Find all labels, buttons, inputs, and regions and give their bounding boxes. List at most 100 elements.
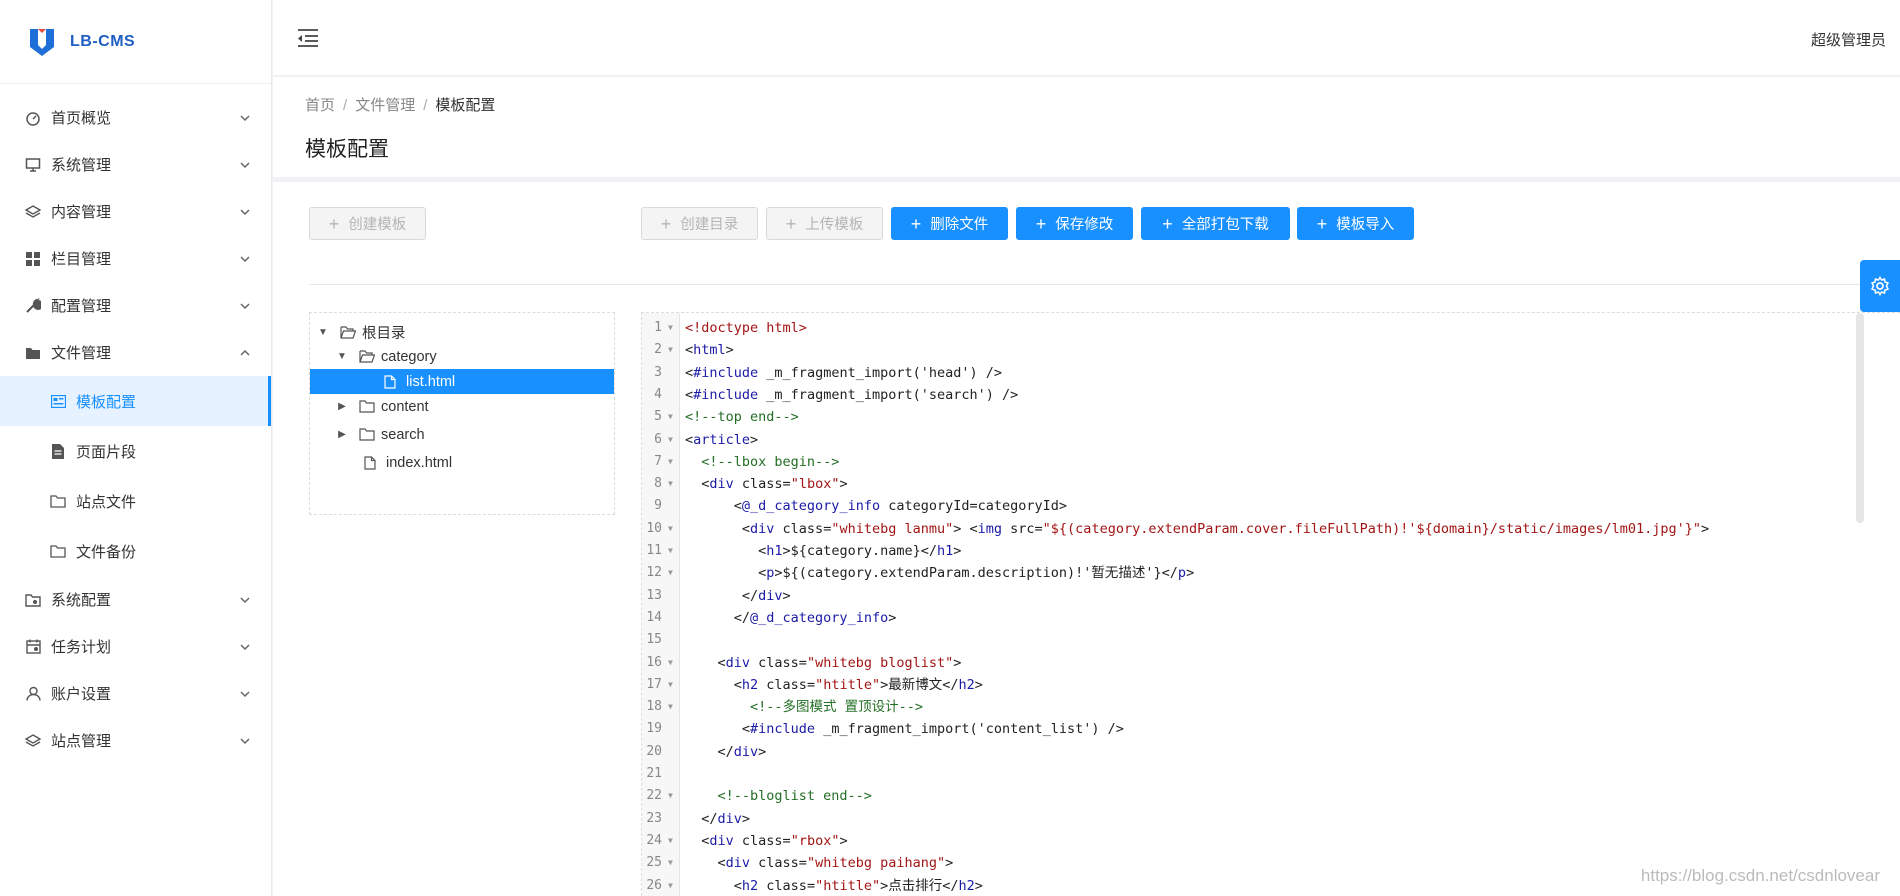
caret-right-icon: ▶ — [338, 401, 346, 412]
fold-caret-icon[interactable]: ▼ — [668, 339, 673, 361]
fold-caret-icon[interactable]: ▼ — [668, 852, 673, 874]
folder-outline-icon — [50, 493, 66, 509]
editor-scrollbar[interactable] — [1856, 313, 1864, 523]
code-line[interactable]: 14 </@_d_category_info> — [642, 607, 1900, 629]
button-label: 保存修改 — [1055, 217, 1114, 233]
sidebar-item-columns[interactable]: 栏目管理 — [0, 235, 271, 282]
code-line[interactable]: 1 ▼ <!doctype html> — [642, 317, 1900, 339]
upload-template-button[interactable]: + 上传模板 — [766, 207, 883, 240]
fold-caret-icon[interactable]: ▼ — [668, 406, 673, 428]
tree-node-category[interactable]: ▼ category — [310, 344, 614, 369]
tree-node-content[interactable]: ▶ content — [310, 394, 614, 419]
code-line[interactable]: 9 <@_d_category_info categoryId=category… — [642, 495, 1900, 517]
fold-caret-icon[interactable]: ▼ — [668, 830, 673, 852]
lb-cms-logo-icon — [28, 27, 56, 57]
code-text: <h2 class="htitle">点击排行</h2> — [685, 877, 983, 894]
sidebar-subitem-file-backup[interactable]: 文件备份 — [0, 526, 271, 576]
logo[interactable]: LB-CMS — [0, 0, 271, 84]
fold-caret-icon[interactable]: ▼ — [668, 696, 673, 718]
line-number: 14 — [646, 609, 662, 625]
fold-caret-icon[interactable]: ▼ — [668, 652, 673, 674]
sidebar-item-sites[interactable]: 站点管理 — [0, 717, 271, 764]
plus-icon: + — [785, 213, 797, 234]
code-line[interactable]: 17 ▼ <h2 class="htitle">最新博文</h2> — [642, 674, 1900, 696]
sidebar-subitem-page-fragments[interactable]: 页面片段 — [0, 426, 271, 476]
chevron-up-icon — [239, 346, 251, 358]
code-line[interactable]: 13 </div> — [642, 585, 1900, 607]
sidebar-item-config[interactable]: 配置管理 — [0, 282, 271, 329]
file-icon — [50, 443, 66, 459]
sidebar-item-dashboard[interactable]: 首页概览 — [0, 94, 271, 141]
fold-caret-icon[interactable]: ▼ — [668, 451, 673, 473]
folder-icon — [359, 400, 375, 414]
fold-caret-icon[interactable]: ▼ — [668, 875, 673, 896]
sidebar-subitem-site-files[interactable]: 站点文件 — [0, 476, 271, 526]
sidebar-item-system-config[interactable]: 系统配置 — [0, 576, 271, 623]
sidebar-item-content[interactable]: 内容管理 — [0, 188, 271, 235]
code-line[interactable]: 16 ▼ <div class="whitebg bloglist"> — [642, 652, 1900, 674]
import-template-button[interactable]: + 模板导入 — [1297, 207, 1414, 240]
sidebar-item-tasks[interactable]: 任务计划 — [0, 623, 271, 670]
divider — [309, 284, 1900, 285]
code-line[interactable]: 2 ▼ <html> — [642, 339, 1900, 361]
settings-gear-button[interactable] — [1860, 260, 1900, 312]
code-line[interactable]: 10 ▼ <div class="whitebg lanmu"> <img src… — [642, 518, 1900, 540]
code-line[interactable]: 20 </div> — [642, 741, 1900, 763]
fold-caret-icon[interactable]: ▼ — [668, 540, 673, 562]
sidebar-item-account[interactable]: 账户设置 — [0, 670, 271, 717]
code-line[interactable]: 19 <#include _m_fragment_import('content… — [642, 718, 1900, 740]
code-line[interactable]: 24 ▼ <div class="rbox"> — [642, 830, 1900, 852]
fold-caret-icon[interactable]: ▼ — [668, 317, 673, 339]
code-editor[interactable]: 1 ▼ <!doctype html> 2 ▼ <html> 3 <#include _m_f… — [641, 312, 1900, 896]
code-line[interactable]: 6 ▼ <article> — [642, 429, 1900, 451]
menu-fold-icon[interactable] — [297, 28, 319, 48]
code-line[interactable]: 5 ▼ <!--top end--> — [642, 406, 1900, 428]
create-directory-button[interactable]: + 创建目录 — [641, 207, 758, 240]
tree-node-root[interactable]: ▼ 根目录 — [310, 320, 614, 345]
delete-file-button[interactable]: + 删除文件 — [891, 207, 1008, 240]
download-all-button[interactable]: + 全部打包下载 — [1141, 207, 1290, 240]
tree-node-index-html[interactable]: index.html — [310, 450, 614, 475]
code-line[interactable]: 23 </div> — [642, 808, 1900, 830]
fold-caret-icon[interactable]: ▼ — [668, 785, 673, 807]
tree-node-search[interactable]: ▶ search — [310, 422, 614, 447]
fold-caret-icon[interactable]: ▼ — [668, 473, 673, 495]
fold-caret-icon[interactable]: ▼ — [668, 674, 673, 696]
tree-node-label: category — [381, 348, 437, 365]
sidebar-item-files[interactable]: 文件管理 — [0, 329, 271, 376]
line-number: 12 — [646, 565, 662, 581]
code-text: </@_d_category_info> — [685, 609, 897, 626]
button-label: 创建目录 — [680, 217, 739, 233]
code-text: </div> — [685, 743, 767, 760]
code-line[interactable]: 22 ▼ <!--bloglist end--> — [642, 785, 1900, 807]
code-line[interactable]: 8 ▼ <div class="lbox"> — [642, 473, 1900, 495]
breadcrumb-item[interactable]: 文件管理 — [355, 97, 415, 114]
fold-caret-icon[interactable]: ▼ — [668, 562, 673, 584]
breadcrumb-item[interactable]: 首页 — [305, 97, 335, 114]
code-line[interactable]: 11 ▼ <h1>${category.name}</h1> — [642, 540, 1900, 562]
chevron-down-icon — [239, 111, 251, 123]
line-number: 26 — [646, 877, 662, 893]
line-number: 18 — [646, 699, 662, 715]
tree-node-list-html[interactable]: list.html — [310, 369, 614, 394]
code-line[interactable]: 18 ▼ <!--多图模式 置顶设计--> — [642, 696, 1900, 718]
folder-icon — [24, 344, 42, 362]
fold-caret-icon[interactable]: ▼ — [668, 518, 673, 540]
user-icon — [24, 685, 42, 703]
plus-icon: + — [660, 213, 672, 234]
chevron-down-icon — [239, 205, 251, 217]
fold-caret-icon[interactable]: ▼ — [668, 429, 673, 451]
code-line[interactable]: 15 — [642, 629, 1900, 651]
sidebar-subitem-template-config[interactable]: 模板配置 — [0, 376, 271, 426]
code-line[interactable]: 4 <#include _m_fragment_import('search') … — [642, 384, 1900, 406]
user-menu[interactable]: 超级管理员 — [1811, 29, 1886, 50]
button-label: 上传模板 — [805, 217, 864, 233]
code-line[interactable]: 12 ▼ <p>${(category.extendParam.descripti… — [642, 562, 1900, 584]
sidebar-item-system[interactable]: 系统管理 — [0, 141, 271, 188]
plus-icon: + — [1035, 213, 1047, 234]
code-line[interactable]: 7 ▼ <!--lbox begin--> — [642, 451, 1900, 473]
code-line[interactable]: 21 — [642, 763, 1900, 785]
code-line[interactable]: 3 <#include _m_fragment_import('head') /> — [642, 362, 1900, 384]
save-changes-button[interactable]: + 保存修改 — [1016, 207, 1133, 240]
create-template-button[interactable]: + 创建模板 — [309, 207, 426, 240]
